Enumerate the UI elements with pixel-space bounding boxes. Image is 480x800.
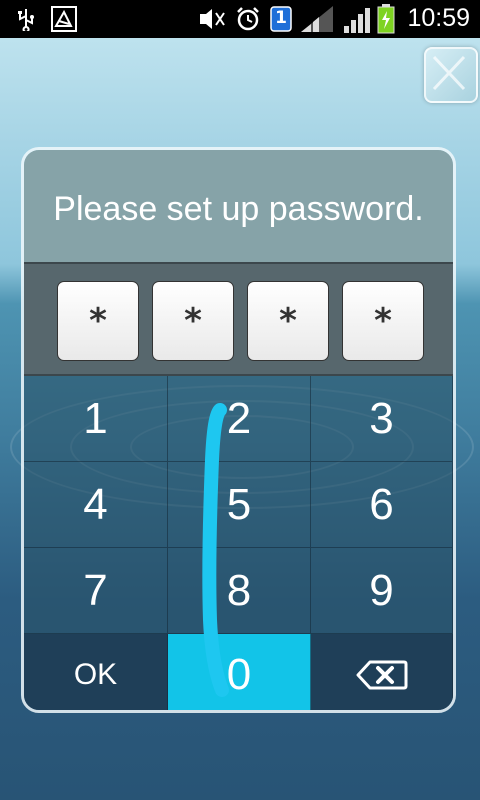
battery-charging-icon	[377, 4, 395, 34]
key-3[interactable]: 3	[311, 376, 453, 462]
x-pattern-icon	[432, 55, 466, 91]
prompt-area: Please set up password.	[24, 150, 453, 262]
status-bar: 1 10:59	[0, 0, 480, 38]
password-digit-3: *	[247, 281, 329, 361]
signal-2-icon	[342, 6, 372, 34]
prompt-text: Please set up password.	[53, 189, 424, 228]
debug-icon	[50, 6, 78, 32]
key-6[interactable]: 6	[311, 462, 453, 548]
key-8[interactable]: 8	[168, 548, 311, 634]
key-9[interactable]: 9	[311, 548, 453, 634]
password-digit-2: *	[152, 281, 234, 361]
key-1[interactable]: 1	[24, 376, 168, 462]
alarm-icon	[234, 7, 262, 31]
key-2[interactable]: 2	[168, 376, 311, 462]
signal-1-icon	[299, 4, 335, 34]
sim-badge: 1	[275, 8, 287, 28]
keypad: 1 2 3 4 5 6 7 8 9 OK 0	[24, 376, 453, 710]
mute-icon	[197, 7, 227, 31]
password-digit-1: *	[57, 281, 139, 361]
backspace-icon	[356, 660, 407, 689]
corner-toggle-button[interactable]	[424, 47, 478, 103]
password-setup-dialog: Please set up password. * * * * 1 2 3 4 …	[21, 147, 456, 713]
ok-button[interactable]: OK	[24, 634, 168, 710]
key-5[interactable]: 5	[168, 462, 311, 548]
password-digits: * * * *	[24, 262, 453, 376]
backspace-button[interactable]	[311, 634, 453, 710]
key-0[interactable]: 0	[168, 634, 311, 710]
usb-icon	[14, 7, 38, 31]
key-4[interactable]: 4	[24, 462, 168, 548]
password-digit-4: *	[342, 281, 424, 361]
key-7[interactable]: 7	[24, 548, 168, 634]
clock: 10:59	[407, 4, 470, 32]
sim-icon: 1	[270, 6, 292, 32]
